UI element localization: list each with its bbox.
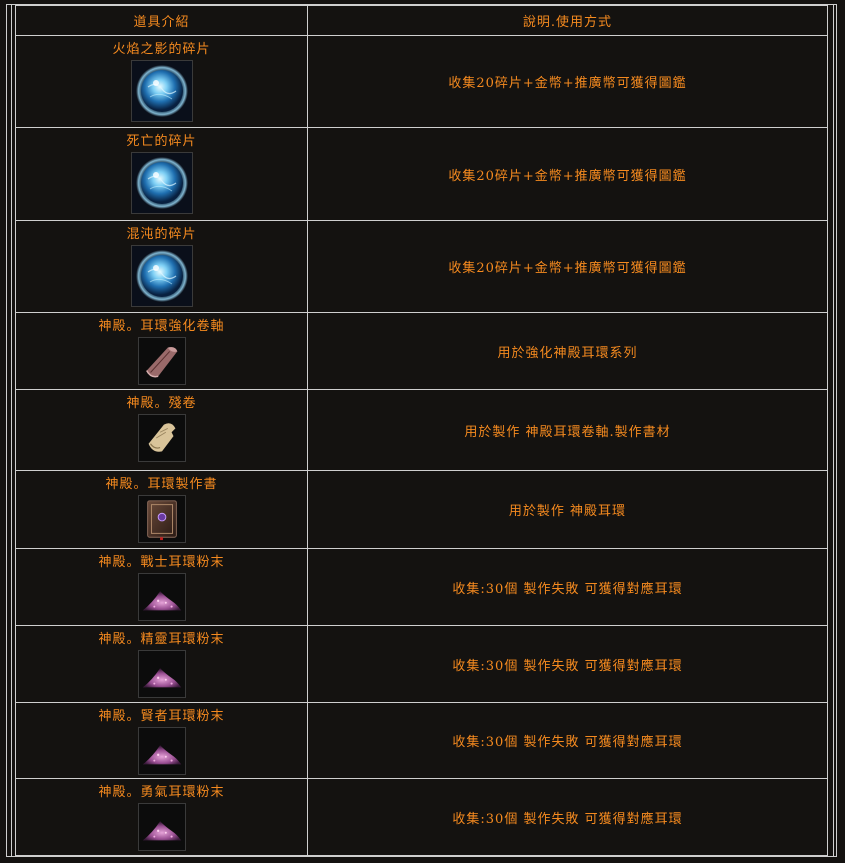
item-name: 神殿。耳環強化卷軸	[98, 319, 225, 334]
item-cell: 神殿。勇氣耳環粉末	[15, 778, 308, 856]
item-description: 收集20碎片+金幣+推廣幣可獲得圖鑑	[307, 35, 828, 128]
table-row: 神殿。耳環強化卷軸 用於強化神殿耳環系列	[15, 312, 828, 390]
item-description: 收集:30個 製作失敗 可獲得對應耳環	[307, 625, 828, 703]
table-row: 死亡的碎片 收集20碎片+金幣+推廣幣可獲得圖鑑	[15, 127, 828, 221]
item-name: 神殿。殘卷	[126, 396, 197, 411]
item-cell: 火焰之影的碎片	[15, 35, 308, 128]
item-cell: 神殿。精靈耳環粉末	[15, 625, 308, 703]
item-name: 神殿。戰士耳環粉末	[98, 555, 225, 570]
header-item-intro: 道具介紹	[15, 5, 308, 36]
table-row: 神殿。勇氣耳環粉末 收集:30個 製作失敗 可獲得對應耳環	[15, 778, 828, 856]
item-name: 死亡的碎片	[126, 134, 197, 149]
item-cell: 混沌的碎片	[15, 220, 308, 313]
powder-icon	[137, 727, 186, 775]
item-name: 神殿。耳環製作書	[105, 477, 218, 492]
table-header-row: 道具介紹 說明.使用方式	[15, 5, 828, 36]
powder-icon	[137, 650, 186, 698]
item-cell: 神殿。耳環製作書	[15, 470, 308, 549]
item-table: 道具介紹 說明.使用方式 火焰之影的碎片 收集20碎片+金幣+推廣幣可獲得圖鑑 死亡…	[15, 5, 828, 856]
shard-orb-icon	[130, 245, 193, 307]
powder-icon	[137, 803, 186, 851]
table-row: 神殿。耳環製作書 用於製作 神殿耳環	[15, 470, 828, 549]
table-row: 神殿。賢者耳環粉末 收集:30個 製作失敗 可獲得對應耳環	[15, 702, 828, 779]
item-cell: 神殿。耳環強化卷軸	[15, 312, 308, 390]
item-name: 神殿。賢者耳環粉末	[98, 709, 225, 724]
shard-orb-icon	[130, 152, 193, 214]
item-description: 用於強化神殿耳環系列	[307, 312, 828, 390]
table-row: 混沌的碎片 收集20碎片+金幣+推廣幣可獲得圖鑑	[15, 220, 828, 313]
item-cell: 神殿。殘卷	[15, 389, 308, 471]
item-description: 收集:30個 製作失敗 可獲得對應耳環	[307, 702, 828, 779]
table-row: 神殿。戰士耳環粉末 收集:30個 製作失敗 可獲得對應耳環	[15, 548, 828, 626]
header-usage: 說明.使用方式	[307, 5, 828, 36]
item-name: 神殿。勇氣耳環粉末	[98, 785, 225, 800]
item-cell: 神殿。賢者耳環粉末	[15, 702, 308, 779]
item-cell: 神殿。戰士耳環粉末	[15, 548, 308, 626]
item-description: 收集20碎片+金幣+推廣幣可獲得圖鑑	[307, 127, 828, 221]
table-row: 神殿。精靈耳環粉末 收集:30個 製作失敗 可獲得對應耳環	[15, 625, 828, 703]
item-description: 收集:30個 製作失敗 可獲得對應耳環	[307, 548, 828, 626]
item-description: 用於製作 神殿耳環卷軸.製作書材	[307, 389, 828, 471]
scroll-icon	[137, 337, 186, 385]
shard-orb-icon	[130, 60, 193, 122]
table-row: 神殿。殘卷 用於製作 神殿耳環卷軸.製作書材	[15, 389, 828, 471]
torn-scroll-icon	[137, 414, 186, 462]
item-name: 神殿。精靈耳環粉末	[98, 632, 225, 647]
item-description: 用於製作 神殿耳環	[307, 470, 828, 549]
item-description: 收集:30個 製作失敗 可獲得對應耳環	[307, 778, 828, 856]
table-row: 火焰之影的碎片 收集20碎片+金幣+推廣幣可獲得圖鑑	[15, 35, 828, 128]
item-name: 火焰之影的碎片	[112, 42, 211, 57]
item-name: 混沌的碎片	[126, 227, 197, 242]
item-description: 收集20碎片+金幣+推廣幣可獲得圖鑑	[307, 220, 828, 313]
powder-icon	[137, 573, 186, 621]
book-icon	[137, 495, 186, 543]
item-cell: 死亡的碎片	[15, 127, 308, 221]
